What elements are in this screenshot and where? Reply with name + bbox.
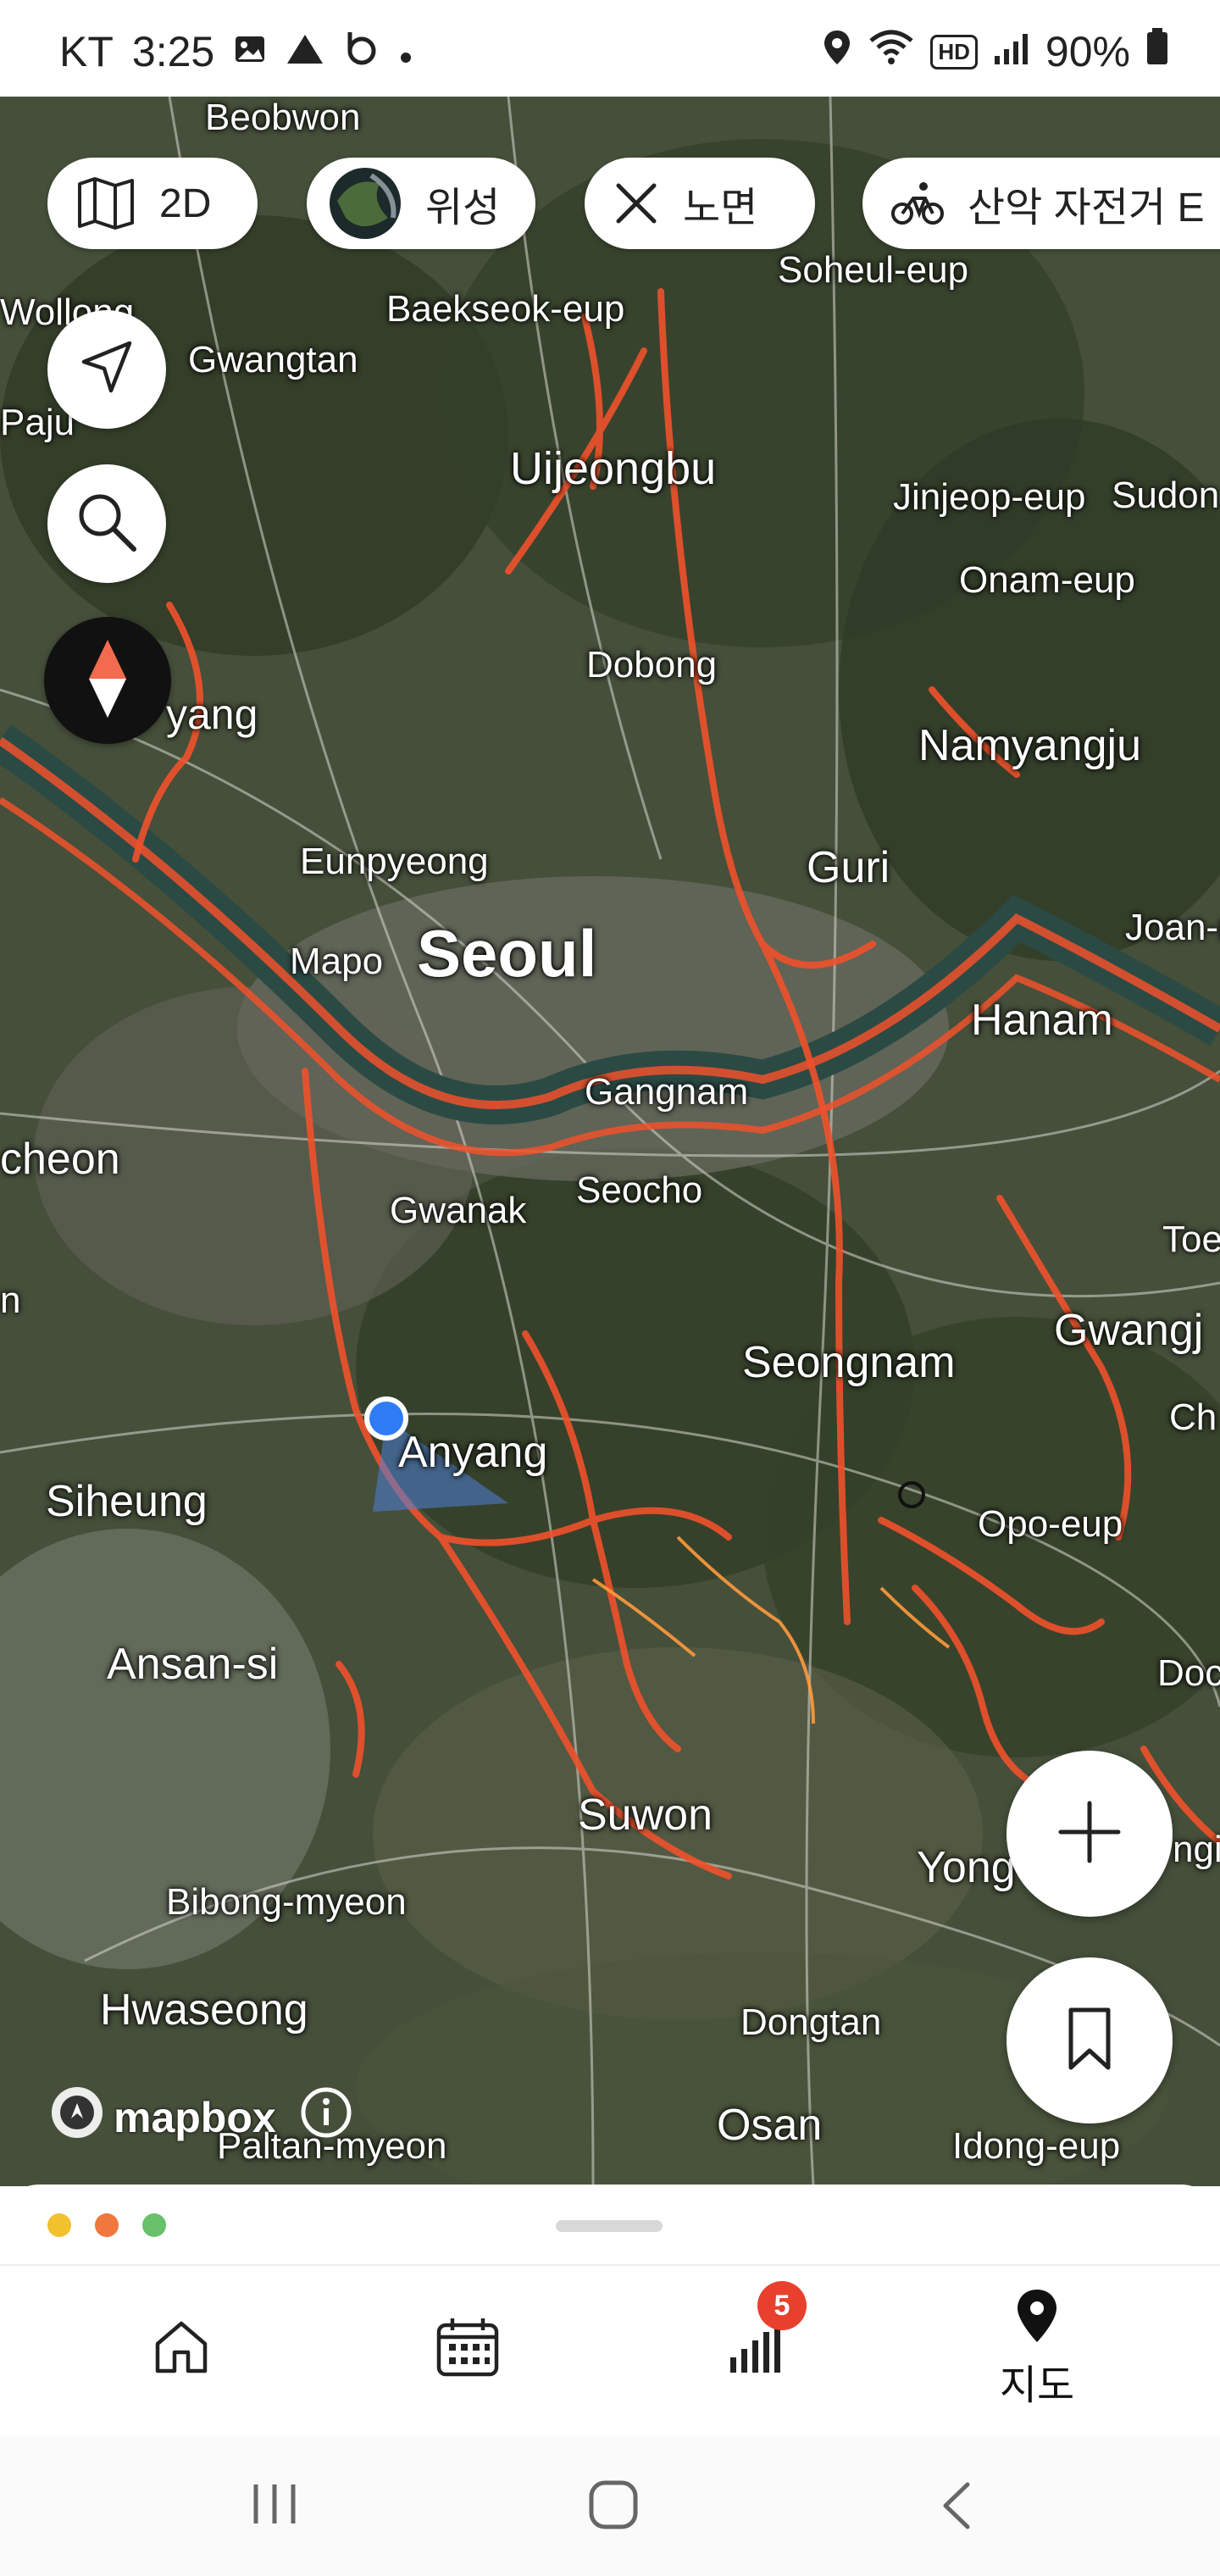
place-label: Beobwon	[205, 97, 361, 138]
place-label: Hanam	[971, 996, 1113, 1045]
hd-badge: HD	[930, 34, 978, 69]
info-icon[interactable]	[300, 2086, 352, 2149]
place-label: Ch	[1169, 1396, 1217, 1438]
carrier-label: KT	[59, 28, 114, 75]
tab-calendar[interactable]	[383, 2264, 552, 2434]
place-label: Doc	[1157, 1652, 1220, 1694]
plus-icon	[1057, 1800, 1122, 1868]
search-icon	[75, 490, 139, 558]
navigation-arrow-icon	[77, 338, 136, 402]
search-button[interactable]	[47, 464, 166, 583]
globe-icon	[329, 167, 402, 240]
tab-map-label: 지도	[999, 2362, 1075, 2408]
add-button[interactable]	[1006, 1751, 1173, 1917]
place-label: Gwanak	[390, 1190, 527, 1231]
mapbox-logo-icon	[49, 2085, 105, 2151]
tab-stats[interactable]	[669, 2264, 839, 2434]
place-label: Namyangju	[918, 721, 1142, 770]
place-label: Dongtan	[740, 2001, 882, 2043]
tab-home[interactable]	[97, 2264, 266, 2434]
place-label: Ansan-si	[107, 1640, 279, 1689]
mapbox-attribution[interactable]: mapbox	[49, 2085, 352, 2151]
place-label: Baekseok-eup	[386, 288, 625, 330]
place-label: Suwon	[578, 1790, 713, 1840]
calendar-icon	[435, 2317, 500, 2382]
bookmark-icon	[1066, 2007, 1113, 2075]
recent-apps-icon[interactable]	[251, 2483, 298, 2529]
activity-label: 산악 자전거 E	[968, 186, 1205, 230]
place-label: Mapo	[290, 941, 384, 982]
clock: 3:25	[131, 28, 215, 75]
place-label: Seocho	[576, 1169, 703, 1211]
place-label: yang	[166, 691, 258, 738]
place-label: n	[0, 1280, 21, 1321]
place-label: Jinjeop-eup	[893, 476, 1086, 518]
place-label: Hwaseong	[100, 1985, 308, 2035]
view-mode-label: 2D	[159, 180, 212, 226]
wifi-icon	[868, 27, 915, 76]
tab-map[interactable]: 지도	[952, 2264, 1122, 2434]
b-app-icon	[343, 27, 379, 76]
dot-orange	[95, 2213, 119, 2237]
locate-me-button[interactable]	[47, 310, 166, 429]
dot-green	[142, 2213, 166, 2237]
place-label: Sudon	[1112, 475, 1220, 516]
place-label: Yong	[917, 1843, 1016, 1892]
place-label: Eunpyeong	[300, 841, 489, 882]
place-label: Idong-eup	[952, 2125, 1121, 2167]
place-label: Toe	[1162, 1219, 1220, 1260]
surface-filter-chip[interactable]: 노면	[585, 158, 815, 249]
folded-map-icon	[76, 177, 136, 230]
location-icon	[822, 27, 852, 76]
place-label: Onam-eup	[959, 559, 1135, 601]
map-pin-icon	[1014, 2288, 1060, 2348]
place-label: Anyang	[398, 1428, 548, 1477]
place-label: Gangnam	[585, 1071, 749, 1113]
compass-button[interactable]	[44, 617, 171, 744]
mountain-bike-icon	[891, 180, 944, 227]
place-label: ngi	[1173, 1829, 1220, 1870]
home-nav-icon[interactable]	[588, 2479, 639, 2534]
sheet-drag-handle[interactable]	[556, 2220, 663, 2232]
satellite-layer-toggle[interactable]: 위성	[307, 158, 535, 249]
dot-yellow	[47, 2213, 71, 2237]
map-2d-toggle[interactable]: 2D	[47, 158, 258, 249]
back-nav-icon[interactable]	[939, 2481, 973, 2534]
place-label: Gwangj	[1054, 1306, 1204, 1355]
place-label: Gwangtan	[188, 339, 358, 380]
place-label: Soheul-eup	[778, 249, 969, 291]
status-bar: KT 3:25 HD 90%	[0, 0, 1220, 97]
signal-icon	[993, 27, 1030, 76]
layer-label: 위성	[425, 186, 501, 230]
close-icon[interactable]	[613, 180, 659, 226]
saved-routes-button[interactable]	[1006, 1957, 1173, 2124]
gallery-icon	[233, 27, 267, 76]
place-label: Seoul	[417, 916, 597, 991]
place-label: Uijeongbu	[510, 443, 717, 494]
drive-icon	[286, 27, 324, 76]
mapbox-label: mapbox	[114, 2094, 276, 2141]
place-label: Joan-n	[1125, 907, 1220, 948]
place-label: Seongnam	[742, 1338, 956, 1387]
system-nav-bar	[0, 2435, 1220, 2576]
place-label: cheon	[0, 1135, 120, 1184]
place-label: Siheung	[46, 1477, 208, 1526]
battery-icon	[1145, 27, 1169, 76]
place-label: Osan	[717, 2101, 823, 2150]
battery-percent: 90%	[1045, 28, 1130, 75]
place-label: Opo-eup	[978, 1503, 1123, 1545]
notification-badge: 5	[757, 2281, 807, 2330]
place-label: Dobong	[586, 644, 718, 686]
home-icon	[152, 2318, 210, 2380]
place-label: Bibong-myeon	[166, 1881, 407, 1923]
surface-label: 노면	[683, 186, 758, 230]
compass-icon	[82, 636, 133, 725]
activity-filter-chip[interactable]: 산악 자전거 E	[862, 158, 1220, 249]
place-label: Guri	[807, 843, 890, 892]
notification-dot-icon	[397, 27, 414, 76]
